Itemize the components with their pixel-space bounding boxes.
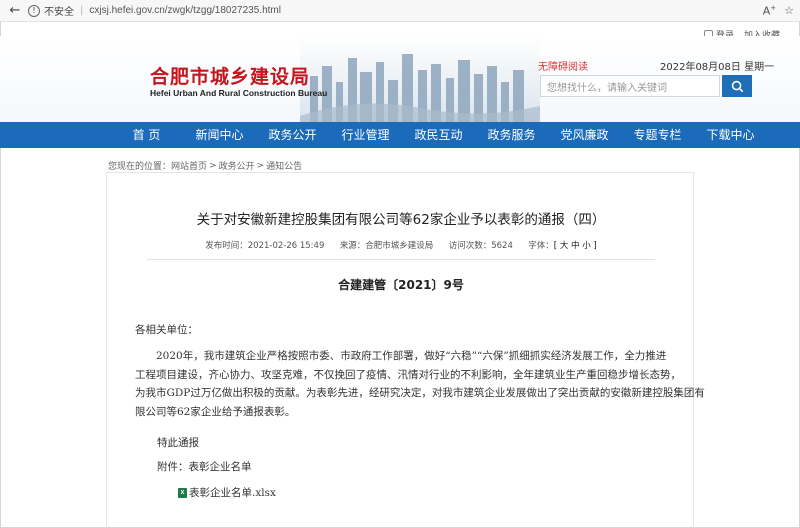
nav-item-news[interactable]: 新闻中心 [183, 122, 256, 148]
source: 合肥市城乡建设局 [365, 241, 434, 251]
breadcrumb: 您现在的位置： 网站首页 > 政务公开 > 通知公告 [108, 159, 302, 173]
breadcrumb-home[interactable]: 网站首页 [171, 159, 207, 172]
document-number: 合建建管〔2021〕9号 [338, 278, 464, 292]
browser-toolbar: ← ! 不安全 | cxjsj.hefei.gov.cn/zwgk/tzgg/1… [0, 0, 800, 22]
city-skyline-image [300, 36, 540, 122]
back-arrow-icon[interactable]: ← [6, 2, 24, 20]
paragraph-line: 2020年，我市建筑企业严格按照市委、市政府工作部署，做好“六稳”“六保”抓细抓… [156, 350, 667, 362]
search-input[interactable]: 您想找什么，请输入关键词 [540, 75, 720, 97]
url-separator: | [80, 5, 84, 16]
source-label: 来源： [339, 241, 366, 251]
breadcrumb-notices[interactable]: 通知公告 [266, 159, 302, 172]
font-size-label: 字体： [528, 241, 554, 251]
attachment-link[interactable]: x 表彰企业名单.xlsx [178, 484, 276, 503]
nav-item-downloads[interactable]: 下载中心 [694, 122, 767, 148]
main-nav: 首 页 新闻中心 政务公开 行业管理 政民互动 政务服务 党风廉政 专题专栏 下… [0, 122, 800, 148]
salutation: 各相关单位： [135, 324, 198, 336]
breadcrumb-prefix: 您现在的位置： [108, 162, 172, 172]
site-logo-subtitle: Hefei Urban And Rural Construction Burea… [150, 88, 328, 98]
search-button[interactable] [722, 75, 752, 97]
article-title: 关于对安徽新建控股集团有限公司等62家企业予以表彰的通报（四） [196, 212, 606, 228]
nav-item-home[interactable]: 首 页 [110, 122, 183, 148]
view-count: 5624 [491, 241, 513, 251]
paragraph-line: 为我市GDP过万亿做出积极的贡献。为表彰先进，经研究决定，对我市建筑企业发展做出… [135, 387, 705, 399]
article-container: 关于对安徽新建控股集团有限公司等62家企业予以表彰的通报（四） 发布时间：202… [106, 172, 705, 528]
nav-item-gov-affairs[interactable]: 政务公开 [256, 122, 329, 148]
breadcrumb-separator: > [209, 160, 217, 171]
header-banner: 合肥市城乡建设局 Hefei Urban And Rural Construct… [0, 36, 800, 122]
security-indicator[interactable]: ! 不安全 [28, 3, 74, 18]
warning-icon: ! [28, 4, 40, 17]
nav-item-interaction[interactable]: 政民互动 [402, 122, 475, 148]
barrier-free-link[interactable]: 无障碍阅读 [538, 58, 588, 73]
excel-file-icon: x [178, 488, 187, 499]
meta-divider [147, 259, 655, 260]
nav-item-services[interactable]: 政务服务 [475, 122, 548, 148]
nav-item-industry[interactable]: 行业管理 [329, 122, 402, 148]
search-icon [731, 80, 743, 92]
article-meta: 发布时间：2021-02-26 15:49 来源：合肥市城乡建设局 访问次数：5… [107, 239, 695, 251]
publish-time-label: 发布时间： [205, 241, 248, 251]
closing-notice: 特此通报 [157, 437, 199, 449]
attachment-filename[interactable]: 表彰企业名单.xlsx [189, 484, 276, 503]
article-paragraph: 2020年，我市建筑企业严格按照市委、市政府工作部署，做好“六稳”“六保”抓细抓… [135, 347, 705, 421]
views-label: 访问次数： [448, 241, 492, 251]
paragraph-line: 限公司等62家企业给予通报表彰。 [135, 405, 296, 418]
font-size-controls[interactable]: [ 大 中 小 ] [554, 241, 597, 251]
current-date: 2022年08月08日 星期一 [660, 62, 775, 73]
publish-time: 2021-02-26 15:49 [247, 241, 325, 251]
breadcrumb-gov-affairs[interactable]: 政务公开 [219, 159, 255, 172]
site-logo-title[interactable]: 合肥市城乡建设局 [150, 62, 310, 89]
security-label: 不安全 [44, 7, 74, 18]
paragraph-line: 工程项目建设，齐心协力、攻坚克难，不仅挽回了疫情、汛情对行业的不利影响，全年建筑… [135, 368, 681, 381]
attachment-label: 附件：表彰企业名单 [157, 461, 252, 473]
star-icon[interactable]: ☆ [784, 4, 794, 17]
read-aloud-icon[interactable]: A+ [763, 4, 776, 18]
nav-item-topics[interactable]: 专题专栏 [621, 122, 694, 148]
nav-item-integrity[interactable]: 党风廉政 [548, 122, 621, 148]
address-bar[interactable]: cxjsj.hefei.gov.cn/zwgk/tzgg/18027235.ht… [89, 5, 281, 16]
breadcrumb-separator: > [256, 160, 265, 171]
